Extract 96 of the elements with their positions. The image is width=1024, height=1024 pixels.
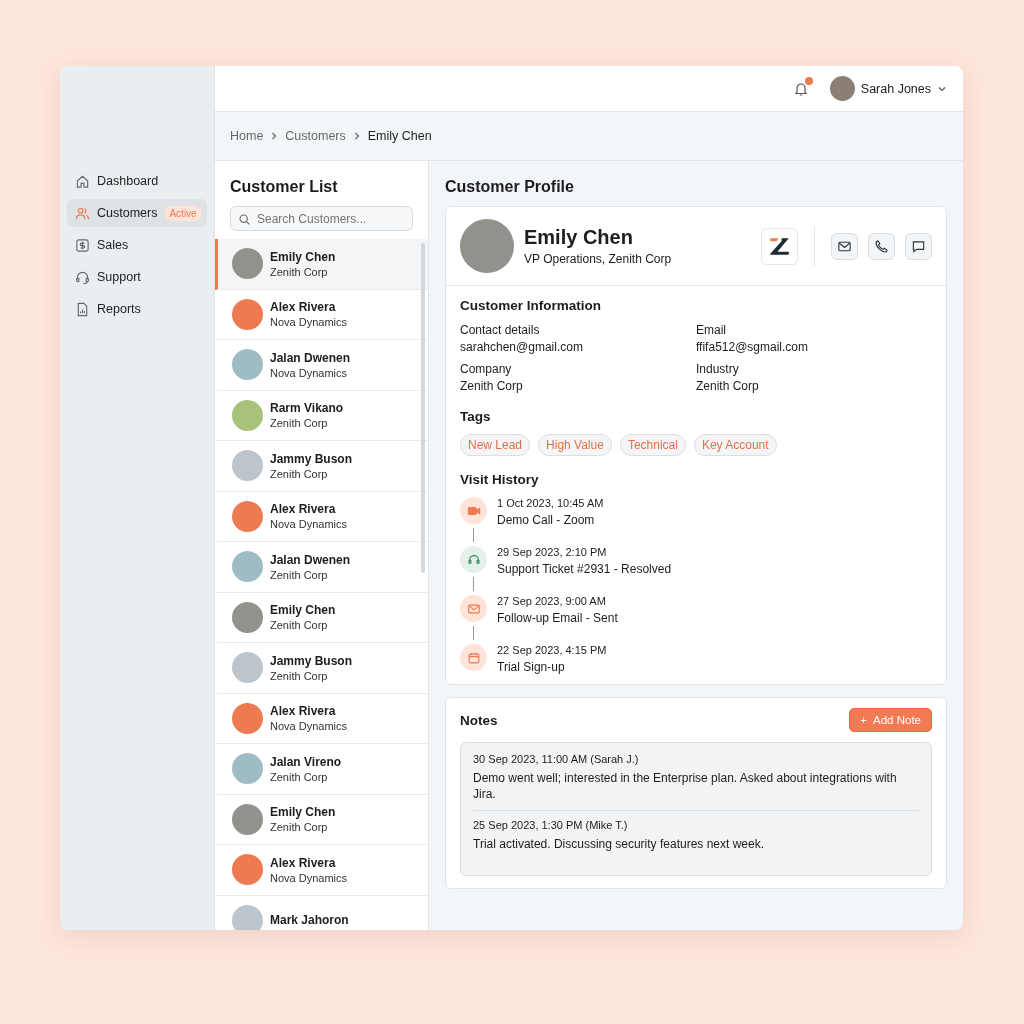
customer-row[interactable]: Alex Rivera Nova Dynamics	[215, 845, 428, 896]
profile-title: Customer Profile	[445, 178, 575, 196]
visit-title: Trial Sign-up	[497, 660, 566, 674]
customer-name: Jammy Buson	[270, 653, 353, 668]
visit-title: Support Ticket #2931 - Resolved	[497, 562, 672, 576]
people-icon	[75, 205, 90, 221]
list-title: Customer List	[230, 178, 339, 196]
tag: New Lead	[460, 434, 531, 456]
sidebar-item[interactable]: Reports	[67, 295, 207, 323]
customer-row[interactable]: Alex Rivera Nova Dynamics	[215, 693, 428, 744]
visit-title: Demo Call - Zoom	[497, 513, 596, 527]
user-menu[interactable]: Sarah Jones	[829, 76, 947, 101]
search-field[interactable]: Search Customers...	[230, 206, 413, 231]
customer-company: Nova Dynamics	[270, 366, 349, 379]
visit-time: 1 Oct 2023, 10:45 AM	[497, 497, 604, 509]
tag: Key Account	[693, 434, 777, 456]
breadcrumb-link[interactable]: Customers	[285, 129, 346, 143]
customer-company: Nova Dynamics	[270, 871, 348, 884]
report-icon	[75, 301, 90, 317]
headset-icon	[460, 546, 487, 573]
visit-time: 27 Sep 2023, 9:00 AM	[497, 595, 607, 607]
field-value: Zenith Corp	[460, 379, 524, 393]
email-button[interactable]	[831, 232, 858, 260]
call-button[interactable]	[868, 232, 895, 260]
field-label: Email	[696, 323, 727, 337]
home-icon	[75, 173, 90, 189]
note-meta: 30 Sep 2023, 11:00 AM (Sarah J.)	[473, 753, 640, 765]
active-badge: Active	[164, 205, 202, 221]
section-title: Visit History	[460, 472, 540, 487]
customer-company: Zenith Corp	[270, 568, 329, 581]
customer-company: Nova Dynamics	[270, 316, 348, 329]
note-text: Demo went well; interested in the Enterprise plan. Asked about integrations with Jira.	[473, 771, 898, 803]
customer-row[interactable]: Mark Jahoron	[215, 895, 428, 930]
scrollbar[interactable]	[421, 243, 425, 573]
company-logo-icon	[761, 227, 798, 265]
video-icon	[460, 497, 487, 524]
note-meta: 25 Sep 2023, 1:30 PM (Mike T.)	[473, 819, 629, 832]
visit-time: 22 Sep 2023, 4:15 PM	[497, 644, 607, 656]
customer-company: Zenith Corp	[270, 619, 329, 632]
headset-icon	[75, 269, 90, 285]
field-value: sarahchen@gmail.com	[460, 340, 584, 354]
section-title: Customer Information	[460, 298, 602, 313]
customer-company: Zenith Corp	[270, 821, 329, 834]
customer-name: Alex Rivera	[270, 300, 337, 315]
customer-name: Emily Chen	[270, 249, 336, 264]
section-title: Tags	[460, 409, 492, 424]
customer-company: Zenith Corp	[270, 669, 329, 682]
customer-row[interactable]: Emily Chen Zenith Corp	[215, 239, 428, 290]
user-avatar	[829, 76, 855, 101]
customer-company: Zenith Corp	[270, 265, 329, 278]
sidebar-item[interactable]: Dashboard	[67, 167, 207, 195]
customer-name: Rarm Vikano	[270, 401, 344, 416]
customer-name: Jalan Dwenen	[270, 552, 351, 567]
customer-name: Emily Chen	[270, 603, 336, 618]
sidebar-item[interactable]: Customers Active	[67, 199, 207, 227]
field-value: Zenith Corp	[696, 379, 760, 393]
customer-name: Jalan Dwenen	[270, 350, 351, 365]
customer-row[interactable]: Jalan Vireno Zenith Corp	[215, 744, 428, 795]
customer-row[interactable]: Emily Chen Zenith Corp	[215, 794, 428, 845]
sidebar-item[interactable]: Sales	[67, 231, 207, 259]
tag: High Value	[538, 434, 612, 456]
customer-company: Nova Dynamics	[270, 720, 348, 733]
note-text: Trial activated. Discussing security features next week.	[473, 837, 765, 853]
tag: Technical	[619, 434, 686, 456]
customer-name: Mark Jahoron	[270, 913, 349, 928]
breadcrumb-link[interactable]: Home	[230, 129, 264, 143]
profile-name: Emily Chen	[524, 226, 634, 249]
profile-avatar	[460, 219, 514, 273]
notes-title: Notes	[460, 712, 498, 728]
customer-row[interactable]: Jammy Buson Zenith Corp	[215, 643, 428, 694]
customer-name: Jammy Buson	[270, 451, 353, 466]
visit-time: 29 Sep 2023, 2:10 PM	[497, 546, 608, 558]
phone-icon	[874, 238, 889, 254]
customer-company: Zenith Corp	[270, 467, 329, 480]
field-label: Contact details	[460, 323, 541, 337]
customer-name: Alex Rivera	[270, 502, 337, 517]
field-value: ffifa512@sgmail.com	[696, 340, 809, 354]
message-button[interactable]	[905, 232, 932, 260]
mail-icon	[460, 595, 487, 622]
customer-company: Nova Dynamics	[270, 518, 348, 531]
calendar-icon	[460, 644, 487, 671]
profile-role: VP Operations, Zenith Corp	[524, 252, 673, 266]
dollar-icon	[75, 237, 90, 253]
field-label: Company	[460, 362, 513, 376]
customer-name: Jalan Vireno	[270, 754, 342, 769]
bell-icon	[792, 80, 809, 97]
field-label: Industry	[696, 362, 740, 376]
chat-icon	[911, 238, 926, 254]
customer-company: Zenith Corp	[270, 770, 329, 783]
visit-title: Follow-up Email - Sent	[497, 611, 618, 625]
customer-name: Emily Chen	[270, 805, 336, 820]
customer-name: Alex Rivera	[270, 855, 337, 870]
customer-name: Alex Rivera	[270, 704, 337, 719]
customer-company: Zenith Corp	[270, 417, 329, 430]
customer-row[interactable]: Emily Chen Zenith Corp	[215, 592, 428, 643]
sidebar-item[interactable]: Support	[67, 263, 207, 291]
